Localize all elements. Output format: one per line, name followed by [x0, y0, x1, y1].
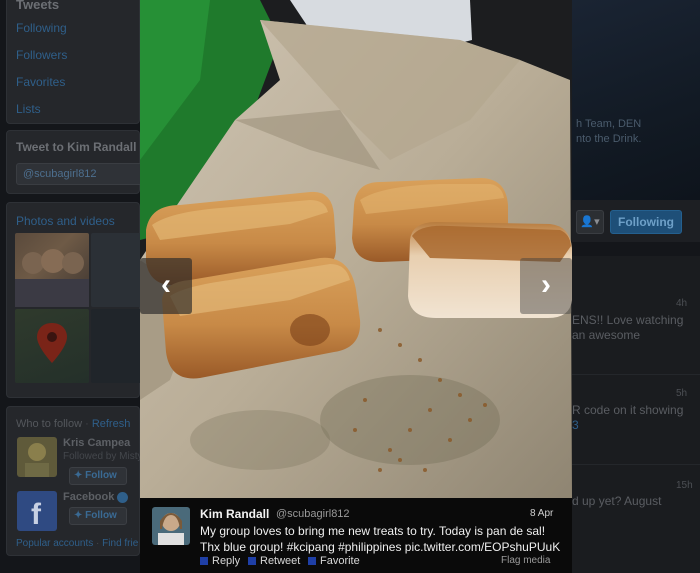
- timeline-divider: [572, 464, 700, 465]
- who-to-follow-title: Who to follow · Refresh: [16, 418, 131, 430]
- tweet-to-card: Tweet to Kim Randall @scubagirl812: [6, 130, 156, 194]
- nav-item-lists[interactable]: Lists: [16, 102, 41, 116]
- tweet-to-input[interactable]: @scubagirl812: [16, 163, 156, 185]
- media-photo: [140, 0, 572, 498]
- following-button[interactable]: Following: [610, 210, 682, 234]
- suggestion-name[interactable]: Kris Campea: [63, 437, 130, 449]
- photo-thumbnail[interactable]: [15, 309, 89, 383]
- suggestion-name[interactable]: Facebook: [63, 491, 129, 503]
- tweet-text-line: d up yet? August: [572, 494, 662, 508]
- favorite-icon: [308, 557, 316, 566]
- facebook-avatar[interactable]: f: [17, 491, 57, 531]
- who-to-follow-card: Who to follow · Refresh Kris Campea Foll…: [6, 406, 143, 556]
- follow-button[interactable]: ✦ Follow: [69, 507, 127, 525]
- tweet-timestamp[interactable]: 15h: [676, 480, 693, 491]
- media-lightbox: ‹ › Kim Randall @scubagirl812 8 Apr My g…: [140, 0, 572, 573]
- tweet-timestamp[interactable]: 5h: [676, 388, 687, 399]
- pan-de-sal-photo: [140, 0, 572, 498]
- chevron-right-icon: ›: [541, 268, 551, 301]
- suggestion-avatar[interactable]: [17, 437, 57, 477]
- tweet-author-avatar[interactable]: [152, 507, 190, 545]
- media-tweet-panel: Kim Randall @scubagirl812 8 Apr My group…: [140, 498, 572, 573]
- nav-item-favorites[interactable]: Favorites: [16, 75, 65, 89]
- refresh-link[interactable]: Refresh: [92, 418, 131, 430]
- favorite-action[interactable]: Favorite: [308, 555, 360, 567]
- tweet-text-line: ENS!! Love watching: [572, 313, 684, 327]
- avatar-face-icon: [25, 443, 49, 477]
- timeline: 4h ENS!! Love watching an awesome 5h R c…: [572, 256, 700, 573]
- profile-header-image: [572, 0, 700, 200]
- chevron-left-icon: ‹: [161, 268, 171, 301]
- reply-icon: [200, 557, 208, 566]
- header-bio-line: h Team, DEN: [576, 118, 642, 130]
- tweet-text-line: an awesome: [572, 328, 641, 342]
- svg-text:f: f: [31, 498, 42, 531]
- previous-photo-button[interactable]: ‹: [140, 258, 192, 314]
- nav-item-following[interactable]: Following: [16, 21, 67, 35]
- right-column: h Team, DEN nto the Drink. 👤▾ Following …: [572, 0, 700, 573]
- suggestion-subtext: Followed by Misty: [63, 451, 143, 462]
- nav-item-followers[interactable]: Followers: [16, 48, 67, 62]
- user-icon: 👤: [580, 216, 595, 228]
- author-avatar-image: [152, 507, 190, 545]
- left-column: Tweets Following Followers Favorites Lis…: [0, 0, 165, 573]
- user-actions-button[interactable]: 👤▾: [576, 210, 604, 234]
- who-to-follow-footer: Popular accounts · Find frie: [16, 538, 139, 549]
- follow-bird-icon: ✦: [74, 470, 86, 481]
- next-photo-button[interactable]: ›: [520, 258, 572, 314]
- reply-action[interactable]: Reply: [200, 555, 240, 567]
- selfie-thumbnail-image: [15, 249, 89, 307]
- tweet-actions: Reply Retweet Favorite Flag media: [200, 555, 570, 569]
- popular-accounts-link[interactable]: Popular accounts: [16, 538, 93, 549]
- retweet-icon: [248, 557, 256, 566]
- retweet-action[interactable]: Retweet: [248, 555, 300, 567]
- tweet-text-line[interactable]: 3: [572, 418, 579, 432]
- flag-media-link[interactable]: Flag media: [501, 555, 550, 566]
- facebook-logo-icon: f: [31, 498, 42, 531]
- follow-button[interactable]: ✦ Follow: [69, 467, 127, 485]
- timeline-divider: [572, 374, 700, 375]
- follow-bird-icon: ✦: [74, 510, 86, 521]
- verified-badge-icon: [117, 491, 129, 503]
- profile-nav-card: Tweets Following Followers Favorites Lis…: [6, 0, 140, 124]
- photo-thumbnail[interactable]: [15, 233, 89, 307]
- tweet-to-title: Tweet to Kim Randall: [16, 140, 137, 154]
- find-friends-link[interactable]: Find frie: [102, 538, 138, 549]
- tweet-author-handle[interactable]: @scubagirl812: [276, 508, 350, 520]
- tweet-text: My group loves to bring me new treats to…: [200, 524, 561, 554]
- header-bio-line: nto the Drink.: [576, 133, 642, 145]
- tweet-text-line: R code on it showing: [572, 403, 684, 417]
- tweet-author-name[interactable]: Kim Randall: [200, 507, 269, 521]
- map-pin-thumbnail-image: [37, 323, 67, 363]
- tweet-timestamp[interactable]: 4h: [676, 298, 687, 309]
- nav-tweets-title[interactable]: Tweets: [16, 0, 59, 12]
- tweet-date[interactable]: 8 Apr: [530, 508, 553, 519]
- photos-videos-card: Photos and videos: [6, 202, 165, 398]
- photos-videos-title[interactable]: Photos and videos: [16, 214, 115, 228]
